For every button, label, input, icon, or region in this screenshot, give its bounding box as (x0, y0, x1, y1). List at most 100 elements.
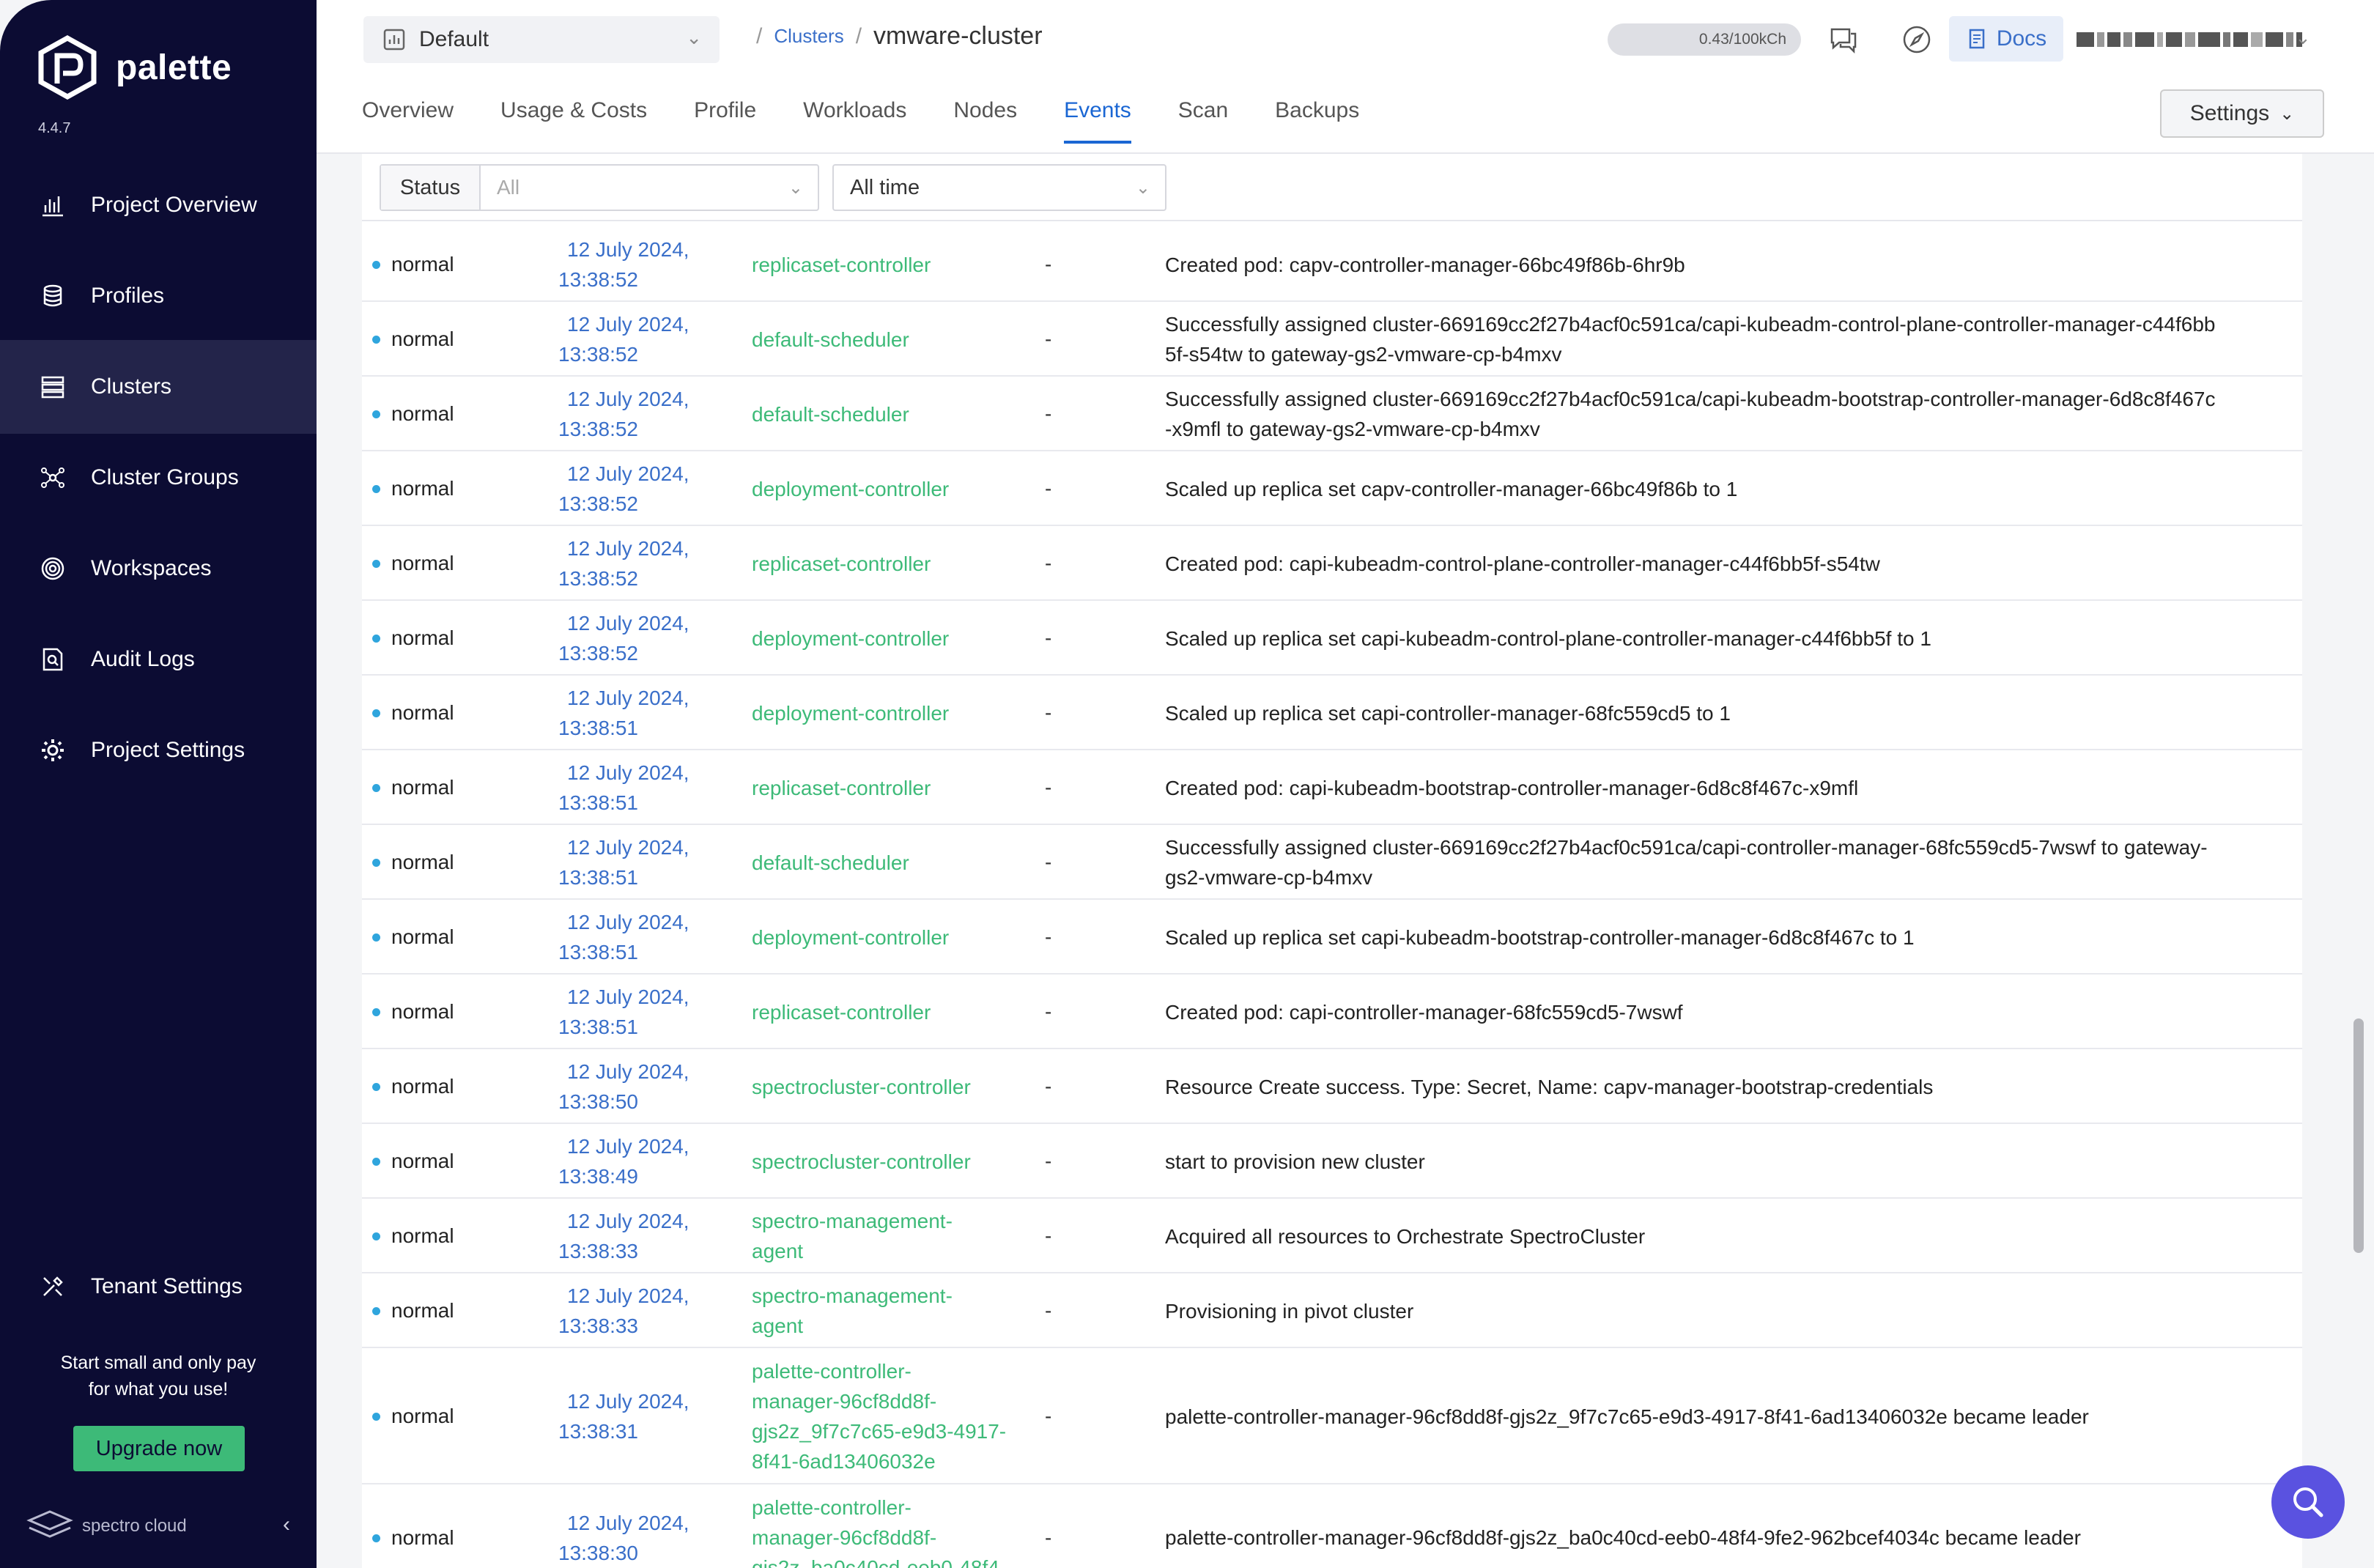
event-message-line: Scaled up replica set capi-controller-ma… (1165, 701, 1731, 725)
app-version: 4.4.7 (38, 120, 71, 136)
sidebar-item-project-overview[interactable]: Project Overview (0, 158, 317, 252)
table-row[interactable]: normal 12 July 2024, 13:38:52 replicaset-co… (362, 526, 2302, 601)
table-row[interactable]: normal 12 July 2024, 13:38:52 default-sched… (362, 302, 2302, 377)
table-row[interactable]: normal 12 July 2024, 13:38:49 spectrocluste… (362, 1124, 2302, 1199)
event-object: - (1045, 1526, 1052, 1549)
compass-icon[interactable] (1898, 21, 1936, 59)
event-source-line: agent (752, 1240, 804, 1262)
table-row[interactable]: normal 12 July 2024, 13:38:51 deployment-co… (362, 900, 2302, 975)
event-message-line: Resource Create success. Type: Secret, N… (1165, 1075, 1934, 1098)
event-time: 13:38:52 (558, 492, 638, 515)
app-name: palette (116, 48, 232, 87)
scrollbar-thumb[interactable] (2353, 1018, 2364, 1253)
event-message-line: 5f-s54tw to gateway-gs2-vmware-cp-b4mxv (1165, 343, 1562, 366)
stack-icon (38, 281, 67, 311)
tab-overview[interactable]: Overview (362, 98, 454, 139)
event-source-line: replicaset-controller (752, 552, 931, 575)
event-source[interactable]: deployment-controller (752, 922, 1016, 953)
event-source[interactable]: palette-controller-manager-96cf8dd8f-gjs… (752, 1356, 1016, 1476)
network-icon (38, 463, 67, 492)
sidebar-item-label: Cluster Groups (91, 465, 239, 489)
event-time: 13:38:51 (558, 791, 638, 814)
table-row[interactable]: normal 12 July 2024, 13:38:33 spectro-manag… (362, 1199, 2302, 1273)
sidebar-item-clusters[interactable]: Clusters (0, 340, 317, 434)
settings-dropdown-button[interactable]: Settings ⌄ (2160, 89, 2324, 138)
table-row[interactable]: normal 12 July 2024, 13:38:52 replicaset-co… (362, 227, 2302, 302)
tools-icon (38, 1272, 67, 1301)
status-filter[interactable]: Status All ⌄ (380, 164, 819, 211)
settings-label: Settings (2189, 101, 2270, 125)
palette-logo[interactable]: palette (35, 35, 232, 100)
tab-workloads[interactable]: Workloads (803, 98, 906, 139)
event-source[interactable]: replicaset-controller (752, 773, 1016, 803)
event-source[interactable]: replicaset-controller (752, 549, 1016, 579)
table-row[interactable]: normal 12 July 2024, 13:38:52 default-sched… (362, 377, 2302, 451)
sidebar-item-audit-logs[interactable]: Audit Logs (0, 613, 317, 706)
event-source[interactable]: deployment-controller (752, 474, 1016, 504)
tab-nodes[interactable]: Nodes (953, 98, 1017, 139)
event-source-line: gjs2z_ba0c40cd-eeb0-48f4- (752, 1556, 1007, 1568)
table-row[interactable]: normal 12 July 2024, 13:38:51 default-sched… (362, 825, 2302, 900)
event-type: normal (391, 1224, 454, 1247)
brand-name: spectro cloud (82, 1516, 187, 1536)
table-row[interactable]: normal 12 July 2024, 13:38:52 deployment-co… (362, 451, 2302, 526)
event-source[interactable]: deployment-controller (752, 698, 1016, 728)
docs-button[interactable]: Docs (1949, 16, 2063, 62)
event-date: 12 July 2024, (567, 612, 689, 635)
table-row[interactable]: normal 12 July 2024, 13:38:52 deployment-co… (362, 601, 2302, 676)
sidebar-item-cluster-groups[interactable]: Cluster Groups (0, 431, 317, 525)
table-row[interactable]: normal 12 July 2024, 13:38:51 replicaset-co… (362, 750, 2302, 825)
event-source-line: replicaset-controller (752, 776, 931, 799)
user-menu-chevron-icon[interactable]: ⌄ (2295, 26, 2311, 49)
table-row[interactable]: normal 12 July 2024, 13:38:31 palette-contr… (362, 1348, 2302, 1484)
tab-backups[interactable]: Backups (1275, 98, 1359, 139)
breadcrumb-clusters-link[interactable]: Clusters (774, 25, 843, 48)
table-row[interactable]: normal 12 July 2024, 13:38:51 deployment-co… (362, 676, 2302, 750)
event-source-line: deployment-controller (752, 626, 950, 650)
table-row[interactable]: normal 12 July 2024, 13:38:30 palette-contr… (362, 1484, 2302, 1568)
event-source[interactable]: replicaset-controller (752, 250, 1016, 280)
sidebar-item-workspaces[interactable]: Workspaces (0, 522, 317, 615)
tab-usage-costs[interactable]: Usage & Costs (500, 98, 647, 139)
sidebar-item-project-settings[interactable]: Project Settings (0, 703, 317, 797)
table-row[interactable]: normal 12 July 2024, 13:38:33 spectro-manag… (362, 1273, 2302, 1348)
chevron-down-icon: ⌄ (2279, 103, 2295, 124)
event-source-line: 8f41-6ad13406032e (752, 1450, 936, 1473)
collapse-sidebar-icon[interactable]: ‹ (283, 1512, 290, 1537)
event-date: 12 July 2024, (567, 313, 689, 336)
credits-usage-badge[interactable]: 0.43/100kCh (1608, 23, 1801, 56)
status-filter-select[interactable]: All ⌄ (481, 166, 818, 210)
event-source[interactable]: spectrocluster-controller (752, 1072, 1016, 1102)
tab-profile[interactable]: Profile (694, 98, 756, 139)
palette-logo-icon (38, 35, 97, 100)
event-time: 13:38:51 (558, 866, 638, 889)
event-source[interactable]: deployment-controller (752, 624, 1016, 654)
sidebar-item-tenant-settings[interactable]: Tenant Settings (0, 1240, 317, 1334)
event-source[interactable]: palette-controller-manager-96cf8dd8f-gjs… (752, 1493, 1016, 1568)
event-source[interactable]: spectro-management-agent (752, 1281, 1016, 1341)
event-source[interactable]: spectro-management-agent (752, 1206, 1016, 1266)
time-range-select[interactable]: All time ⌄ (832, 164, 1166, 211)
table-row[interactable]: normal 12 July 2024, 13:38:50 spectrocluste… (362, 1049, 2302, 1124)
project-selector[interactable]: Default ⌄ (363, 16, 720, 63)
event-time: 13:38:30 (558, 1541, 638, 1564)
tab-events[interactable]: Events (1064, 98, 1131, 144)
event-type: normal (391, 1000, 454, 1023)
tab-scan[interactable]: Scan (1178, 98, 1228, 139)
event-source[interactable]: default-scheduler (752, 399, 1016, 429)
table-row[interactable]: normal 12 July 2024, 13:38:51 replicaset-co… (362, 975, 2302, 1049)
status-dot-icon (372, 1083, 380, 1091)
event-source[interactable]: default-scheduler (752, 325, 1016, 355)
event-type: normal (391, 701, 454, 724)
chat-icon[interactable] (1824, 21, 1863, 59)
event-source[interactable]: replicaset-controller (752, 997, 1016, 1027)
event-source[interactable]: spectrocluster-controller (752, 1147, 1016, 1177)
event-message-line: Successfully assigned cluster-669169cc2f… (1165, 388, 2216, 410)
servers-icon (38, 372, 67, 402)
event-source[interactable]: default-scheduler (752, 848, 1016, 878)
search-help-button[interactable] (2271, 1465, 2345, 1539)
user-menu[interactable] (2077, 25, 2326, 54)
upgrade-now-button[interactable]: Upgrade now (73, 1426, 245, 1471)
search-doc-icon (38, 645, 67, 674)
sidebar-item-profiles[interactable]: Profiles (0, 249, 317, 343)
